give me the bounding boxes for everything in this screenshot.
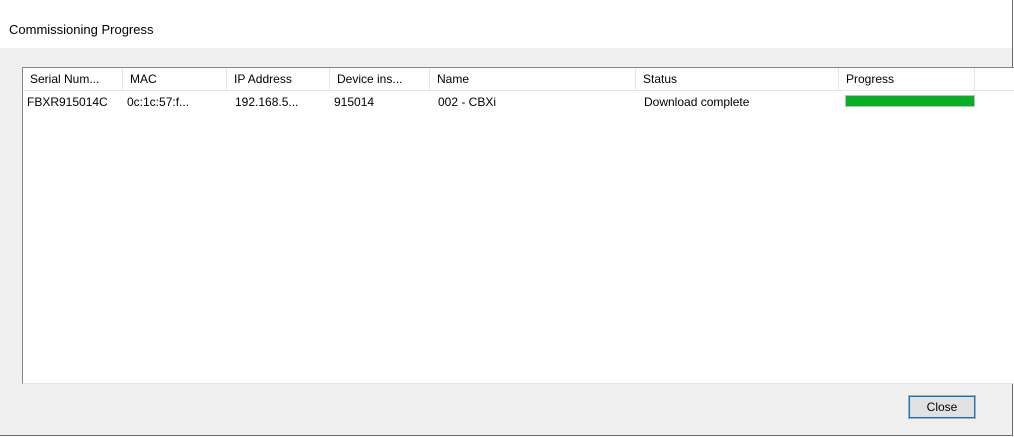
progress-bar: [845, 95, 975, 107]
column-header-device-instance[interactable]: Device ins...: [330, 68, 430, 90]
commissioning-list-view[interactable]: Serial Num... MAC IP Address Device ins.…: [22, 67, 1014, 384]
dialog-header: Commissioning Progress: [0, 0, 1012, 48]
cell-device-instance: 915014: [334, 95, 375, 109]
cell-name: 002 - CBXi: [438, 95, 497, 109]
cell-mac: 0c:1c:57:f...: [127, 95, 190, 109]
column-header-ip-address[interactable]: IP Address: [227, 68, 330, 90]
column-header-mac[interactable]: MAC: [123, 68, 227, 90]
column-header-filler: [975, 68, 1014, 90]
progress-bar-fill: [846, 96, 974, 106]
cell-serial-number: FBXR915014C: [27, 95, 108, 109]
cell-status: Download complete: [644, 95, 750, 109]
table-row[interactable]: FBXR915014C 0c:1c:57:f... 192.168.5... 9…: [23, 92, 1014, 112]
commissioning-progress-dialog: Commissioning Progress Serial Num... MAC…: [0, 0, 1014, 436]
column-header-name[interactable]: Name: [430, 68, 636, 90]
cell-progress: [839, 92, 975, 112]
dialog-title: Commissioning Progress: [9, 22, 154, 37]
column-header-serial-number[interactable]: Serial Num...: [23, 68, 123, 90]
list-header-row: Serial Num... MAC IP Address Device ins.…: [23, 68, 1014, 91]
close-button[interactable]: Close: [908, 395, 976, 419]
column-header-progress[interactable]: Progress: [839, 68, 975, 90]
cell-ip-address: 192.168.5...: [235, 95, 299, 109]
column-header-status[interactable]: Status: [636, 68, 839, 90]
